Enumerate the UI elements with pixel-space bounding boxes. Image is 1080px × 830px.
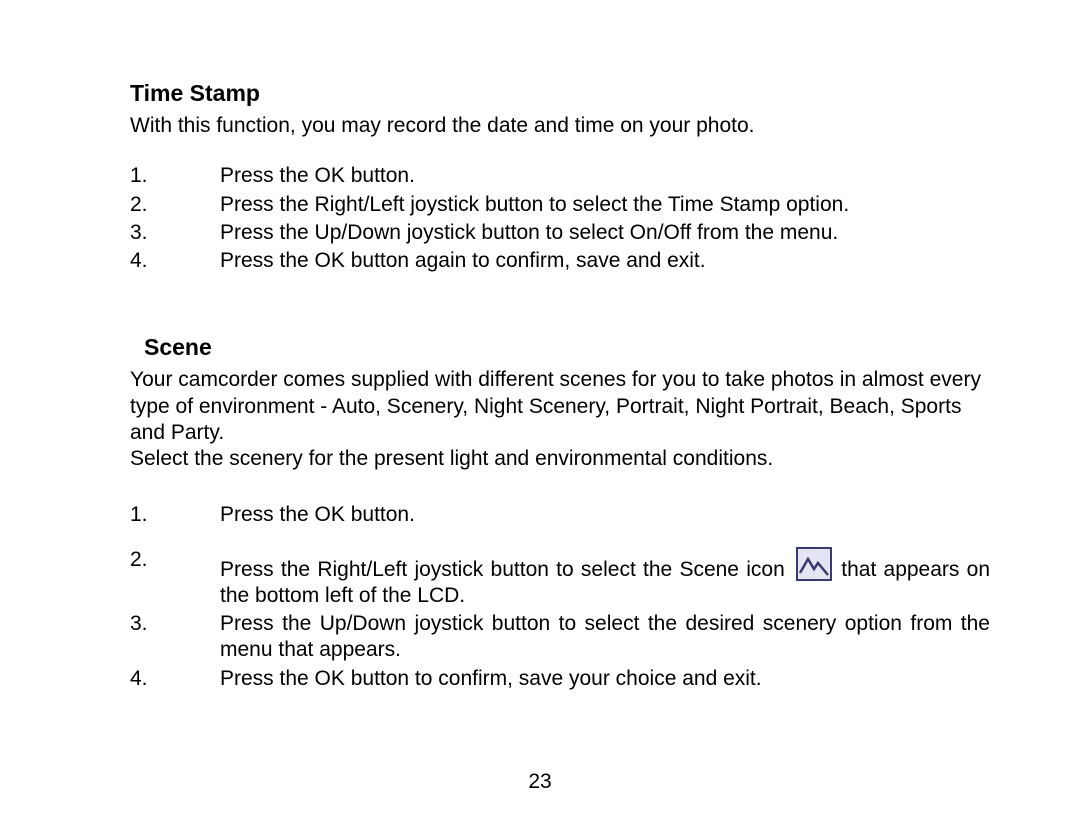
list-text: Press the Right/Left joystick button to … [220, 192, 990, 218]
list-text: Press the Right/Left joystick button to … [220, 547, 990, 610]
manual-page: Time Stamp With this function, you may r… [0, 0, 1080, 830]
list-number: 3. [130, 220, 220, 246]
list-text: Press the OK button again to confirm, sa… [220, 248, 990, 274]
intro-time-stamp: With this function, you may record the d… [130, 113, 990, 139]
steps-scene: 1. Press the OK button. 2. Press the Rig… [130, 502, 990, 692]
list-item: 1. Press the OK button. [130, 163, 990, 189]
list-number: 3. [130, 611, 220, 664]
page-number: 23 [0, 770, 1080, 794]
intro-scene-2: Select the scenery for the present light… [130, 446, 990, 472]
heading-time-stamp: Time Stamp [130, 80, 990, 107]
list-text: Press the OK button to confirm, save you… [220, 666, 990, 692]
list-item: 3. Press the Up/Down joystick button to … [130, 220, 990, 246]
list-item: 2. Press the Right/Left joystick button … [130, 192, 990, 218]
list-number: 4. [130, 248, 220, 274]
list-text: Press the Up/Down joystick button to sel… [220, 220, 990, 246]
list-item: 4. Press the OK button again to confirm,… [130, 248, 990, 274]
list-number: 1. [130, 163, 220, 189]
list-number: 2. [130, 547, 220, 610]
list-text: Press the OK button. [220, 502, 990, 528]
list-item: 1. Press the OK button. [130, 502, 990, 528]
list-item: 3. Press the Up/Down joystick button to … [130, 611, 990, 664]
intro-scene-1: Your camcorder comes supplied with diffe… [130, 367, 990, 446]
list-number: 1. [130, 502, 220, 528]
steps-time-stamp: 1. Press the OK button. 2. Press the Rig… [130, 163, 990, 274]
list-text: Press the OK button. [220, 163, 990, 189]
heading-scene: Scene [144, 334, 990, 361]
scene-icon [796, 547, 832, 581]
step2-part1: Press the Right/Left joystick button to … [220, 558, 785, 581]
list-item: 2. Press the Right/Left joystick button … [130, 547, 990, 610]
list-number: 4. [130, 666, 220, 692]
list-item: 4. Press the OK button to confirm, save … [130, 666, 990, 692]
list-number: 2. [130, 192, 220, 218]
list-text: Press the Up/Down joystick button to sel… [220, 611, 990, 664]
